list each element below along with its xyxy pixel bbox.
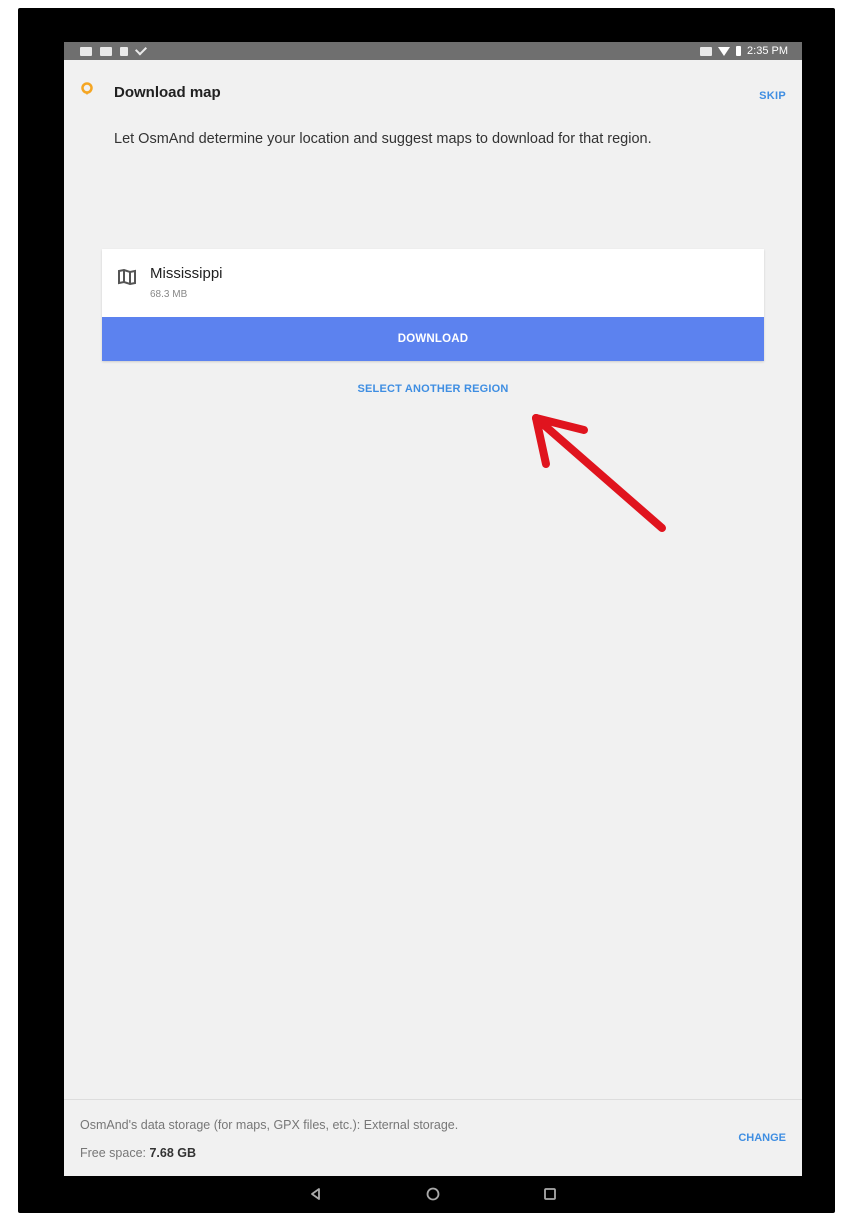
- system-icons: 2:35 PM: [700, 44, 788, 58]
- region-name: Mississippi: [150, 265, 223, 282]
- location-pin-icon: [81, 82, 93, 95]
- skip-button[interactable]: SKIP: [759, 90, 786, 102]
- navigation-bar: [64, 1176, 802, 1213]
- change-storage-button[interactable]: CHANGE: [738, 1132, 786, 1144]
- storage-footer: OsmAnd's data storage (for maps, GPX fil…: [64, 1099, 802, 1176]
- notification-icons: [80, 43, 148, 58]
- free-space-text: Free space: 7.68 GB: [80, 1146, 196, 1160]
- check-notification-icon: [134, 43, 148, 56]
- video-notification-icon: [100, 46, 112, 56]
- back-icon[interactable]: [308, 1186, 324, 1202]
- free-space-value: 7.68 GB: [149, 1146, 197, 1160]
- region-card: Mississippi 68.3 MB DOWNLOAD: [102, 249, 764, 361]
- description-text: Let OsmAnd determine your location and s…: [114, 131, 652, 147]
- app-screen: 2:35 PM Download map SKIP Let OsmAnd det…: [64, 42, 802, 1176]
- map-icon: [118, 269, 136, 285]
- app-header: Download map SKIP: [64, 60, 802, 116]
- status-bar: 2:35 PM: [64, 42, 802, 60]
- red-arrow-annotation: [532, 414, 666, 532]
- storage-info-text: OsmAnd's data storage (for maps, GPX fil…: [80, 1118, 459, 1132]
- region-size: 68.3 MB: [150, 289, 188, 300]
- wifi-icon: [718, 46, 731, 56]
- free-space-label: Free space:: [80, 1146, 150, 1160]
- cast-icon: [700, 46, 713, 56]
- recents-icon[interactable]: [542, 1186, 558, 1202]
- status-time: 2:35 PM: [747, 45, 788, 57]
- battery-icon: [736, 46, 742, 56]
- download-button[interactable]: DOWNLOAD: [102, 317, 764, 361]
- select-another-region-button[interactable]: SELECT ANOTHER REGION: [64, 383, 802, 395]
- gallery-notification-icon: [80, 46, 92, 56]
- home-icon[interactable]: [425, 1186, 441, 1202]
- android-notification-icon: [120, 46, 128, 56]
- page-title: Download map: [114, 84, 221, 101]
